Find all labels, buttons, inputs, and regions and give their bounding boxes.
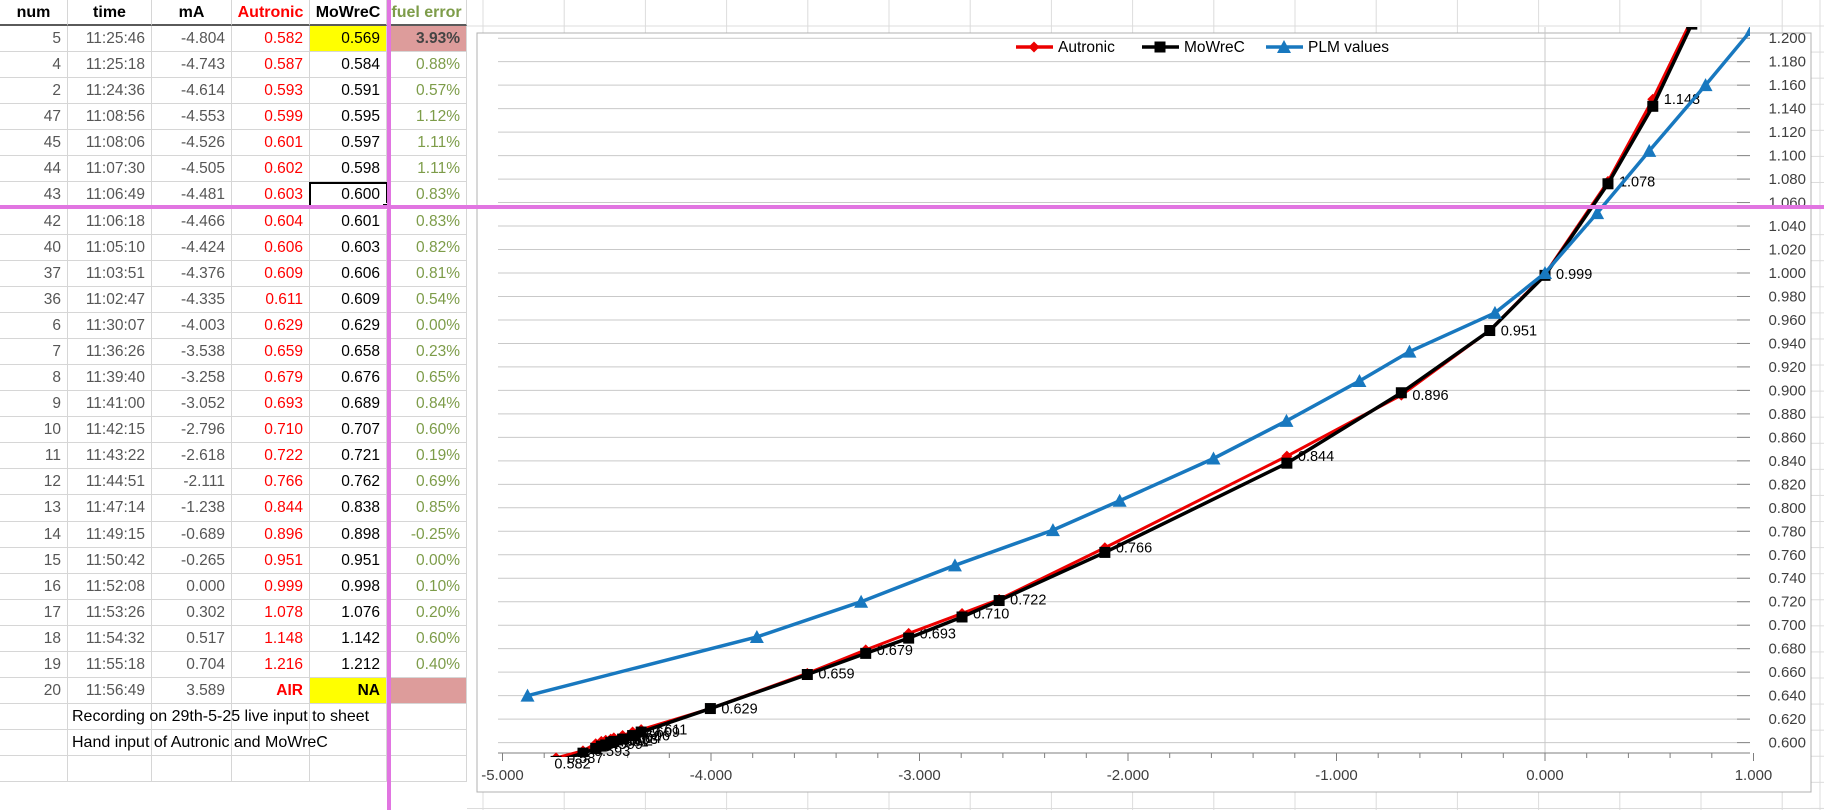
legend-label: MoWreC: [1184, 39, 1245, 56]
y-tick-label: 0.780: [1768, 523, 1806, 540]
y-tick-label: 0.860: [1768, 429, 1806, 446]
y-tick-label: 1.180: [1768, 54, 1806, 71]
point-label: 0.999: [1556, 267, 1592, 283]
y-tick-label: 0.880: [1768, 406, 1806, 423]
y-tick-label: 0.840: [1768, 453, 1806, 470]
legend-label: Autronic: [1058, 39, 1115, 56]
y-tick-label: 0.700: [1768, 617, 1806, 634]
vertical-split-bar[interactable]: [387, 0, 391, 810]
chart[interactable]: 1.200 1.180 1.160 1.140 1.120 1.100 1.080 1.060…: [0, 0, 1824, 810]
y-tick-label: 0.660: [1768, 664, 1806, 681]
y-tick-label: 1.200: [1768, 30, 1806, 47]
x-tick-label: -4.000: [690, 767, 733, 784]
y-tick-label: 1.020: [1768, 242, 1806, 259]
x-tick-label: 0.000: [1526, 767, 1564, 784]
x-tick-label: -5.000: [481, 767, 524, 784]
y-tick-label: 0.620: [1768, 711, 1806, 728]
y-tick-label: 1.000: [1768, 265, 1806, 282]
x-tick-label: -3.000: [898, 767, 941, 784]
y-tick-label: 0.820: [1768, 476, 1806, 493]
y-tick-label: 1.140: [1768, 101, 1806, 118]
y-tick-label: 1.120: [1768, 124, 1806, 141]
y-tick-label: 0.800: [1768, 500, 1806, 517]
horizontal-split-bar[interactable]: [0, 205, 1824, 209]
y-tick-label: 0.980: [1768, 288, 1806, 305]
y-tick-label: 0.640: [1768, 688, 1806, 705]
y-tick-label: 0.920: [1768, 359, 1806, 376]
y-tick-label: 0.940: [1768, 335, 1806, 352]
point-label: 0.951: [1501, 324, 1537, 340]
y-tick-label: 1.160: [1768, 77, 1806, 94]
y-tick-label: 0.600: [1768, 735, 1806, 752]
y-tick-label: 0.900: [1768, 382, 1806, 399]
y-tick-label: 0.720: [1768, 594, 1806, 611]
y-tick-label: 0.740: [1768, 570, 1806, 587]
legend-label: PLM values: [1308, 39, 1389, 56]
chart-frame: [477, 33, 1811, 792]
y-tick-label: 0.760: [1768, 547, 1806, 564]
point-label: 0.896: [1412, 388, 1448, 404]
chart-legend[interactable]: Autronic MoWreC PLM values: [1016, 39, 1389, 56]
y-tick-label: 1.060: [1768, 195, 1806, 212]
spreadsheet-window: 1.200 1.180 1.160 1.140 1.120 1.100 1.080 1.060…: [0, 0, 1824, 810]
y-tick-label: 1.080: [1768, 171, 1806, 188]
x-tick-label: -2.000: [1107, 767, 1150, 784]
point-label: 0.679: [877, 643, 913, 659]
y-tick-label: 1.040: [1768, 218, 1806, 235]
x-tick-label: 1.000: [1735, 767, 1773, 784]
y-tick-label: 0.680: [1768, 641, 1806, 658]
y-tick-label: 1.100: [1768, 148, 1806, 165]
y-tick-label: 0.960: [1768, 312, 1806, 329]
x-tick-label: -1.000: [1315, 767, 1358, 784]
